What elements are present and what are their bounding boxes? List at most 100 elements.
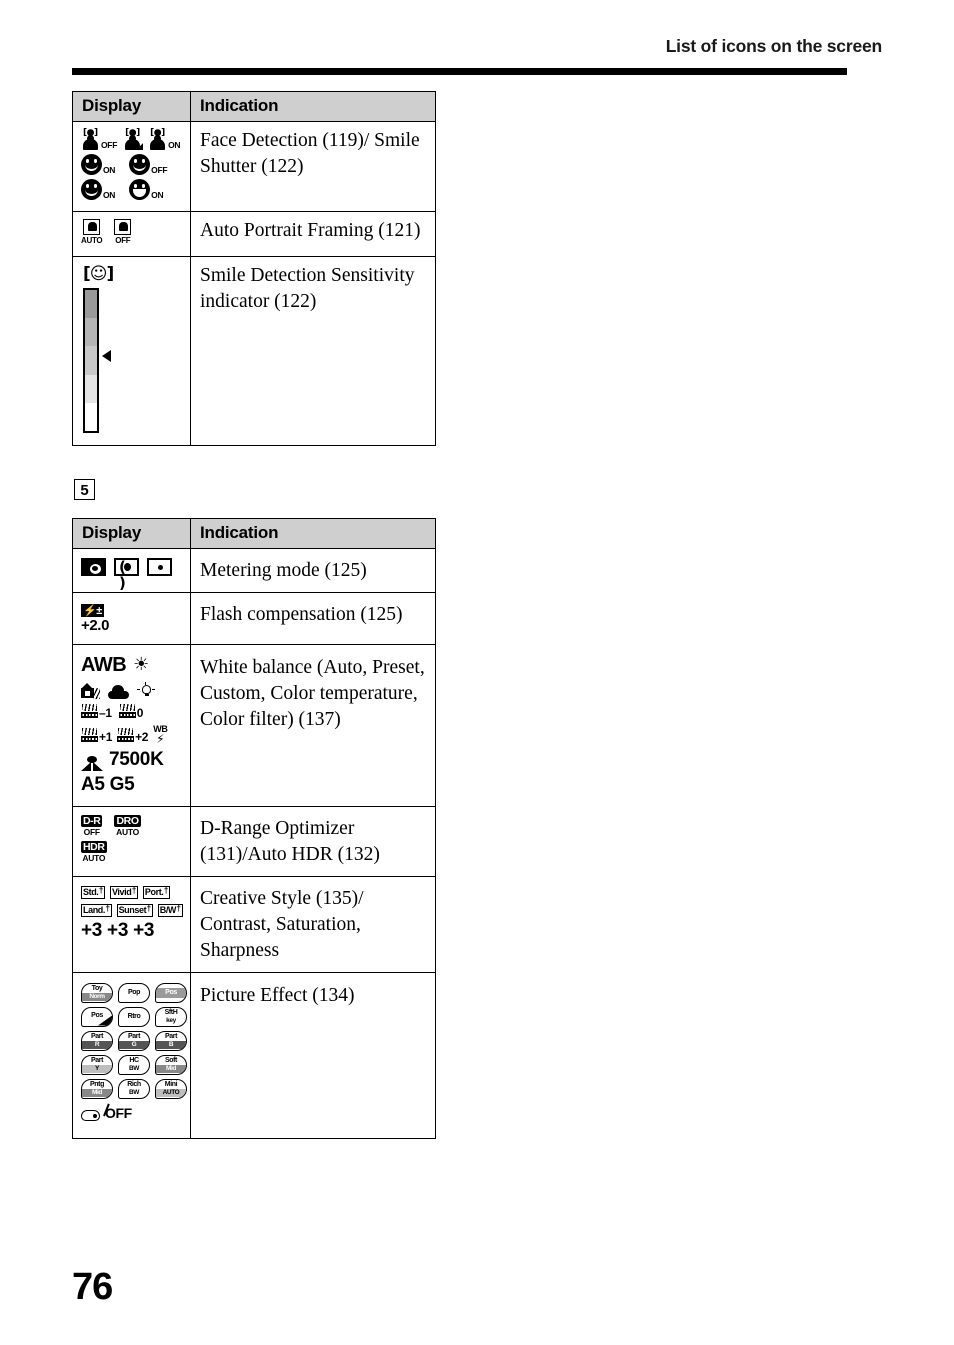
- display-cell-smile-sensitivity: [☺]: [72, 256, 191, 446]
- display-cell-flash-compensation: ⚡± +2.0: [72, 591, 191, 645]
- column-header-indication: Indication: [190, 518, 436, 549]
- table-header-row: Display Indication: [72, 91, 436, 122]
- icon-table-shooting: Display Indication Metering mode (125) ⚡…: [72, 518, 436, 1139]
- picture-effect-soft-focus-icon: Soft Mid: [155, 1054, 187, 1075]
- creative-style-vivid-chip: Vivid †: [109, 885, 138, 899]
- picture-effect-partial-color-green-icon: Part G: [118, 1030, 150, 1051]
- table-row: ⚡± +2.0 Flash compensation (125): [72, 591, 436, 645]
- smile-shutter-off-icon: OFF: [129, 154, 168, 175]
- daylight-wb-icon: [133, 656, 150, 674]
- indication-creative-style: Creative Style (135)/ Contrast, Saturati…: [190, 875, 436, 973]
- page-header: List of icons on the screen: [72, 36, 883, 66]
- display-cell-creative-style: Std.† Vivid† Port.† Land.† Sunset†: [72, 875, 191, 973]
- brush-palette-icon: [81, 1103, 110, 1121]
- auto-portrait-framing-off-icon: OFF: [114, 219, 132, 245]
- creative-style-landscape-chip: Land. †: [81, 903, 112, 917]
- smile-shutter-medium-icon: ON: [81, 179, 115, 200]
- display-cell-white-balance: AWB –1: [72, 643, 191, 807]
- indication-flash-compensation: Flash compensation (125): [190, 591, 436, 645]
- display-cell-metering: [72, 548, 191, 593]
- table-row: D-R OFF DRO AUTO HDR AUTO D-Range Optimi…: [72, 805, 436, 877]
- creative-style-sunset-chip: Sunset †: [116, 903, 153, 917]
- color-temperature-icon: [81, 755, 103, 771]
- display-cell-picture-effect: Toy Norm Pop Pos Pos Rtro SftH key Part R P…: [72, 971, 191, 1139]
- picture-effect-posterization-color-icon: Pos: [155, 982, 187, 1003]
- sensitivity-segment: [85, 290, 97, 319]
- table-row: [☺] Smile Detection Sensitivity indicato…: [72, 256, 436, 446]
- flash-compensation-value: +2.0: [81, 616, 110, 634]
- sensitivity-segment: [85, 374, 97, 403]
- face-detection-off-icon: [●] OFF: [83, 128, 118, 150]
- picture-effect-high-contrast-mono-icon: HC BW: [118, 1054, 150, 1075]
- picture-effect-miniature-icon: Mini AUTO: [155, 1078, 187, 1099]
- display-cell-auto-portrait-framing: AUTO OFF: [72, 211, 191, 257]
- sensitivity-marker-triangle-icon: [102, 350, 111, 362]
- icon-table-face: Display Indication [●] OFF [●] [●] ON ON…: [72, 91, 436, 446]
- face-detection-registered-icon: [●]: [123, 129, 144, 150]
- multi-segment-metering-icon: [81, 558, 106, 576]
- creative-style-portrait-chip: Port. †: [142, 885, 170, 899]
- picture-effect-toy-camera-icon: Toy Norm: [81, 982, 113, 1003]
- picture-effect-soft-high-key-icon: SftH key: [155, 1006, 187, 1027]
- page-number: 76: [72, 1266, 113, 1308]
- picture-effect-posterization-bw-icon: Pos: [81, 1006, 113, 1027]
- shade-wb-icon: [81, 682, 100, 699]
- flash-compensation-icon: ⚡± +2.0: [81, 603, 110, 634]
- smile-shutter-big-icon: ON: [129, 179, 164, 200]
- smile-shutter-on-icon: ON: [81, 154, 115, 175]
- indication-metering: Metering mode (125): [190, 548, 436, 593]
- fluorescent-warm-white-wb-icon: –1: [81, 703, 112, 720]
- indication-smile-sensitivity: Smile Detection Sensitivity indicator (1…: [190, 256, 436, 446]
- table-row: Metering mode (125): [72, 548, 436, 593]
- fluorescent-daylight-wb-icon: +2: [117, 727, 148, 744]
- creative-style-standard-chip: Std. †: [81, 885, 105, 899]
- display-cell-face-detection: [●] OFF [●] [●] ON ON OFF ON ON: [72, 121, 191, 212]
- picture-effect-hdr-painting-icon: Pntg Mid: [81, 1078, 113, 1099]
- sensitivity-segment: [85, 402, 97, 432]
- table-row: Toy Norm Pop Pos Pos Rtro SftH key Part R P…: [72, 971, 436, 1139]
- fluorescent-day-white-wb-icon: +1: [81, 727, 112, 744]
- spot-metering-icon: [147, 558, 172, 576]
- page-title: List of icons on the screen: [665, 36, 883, 56]
- smile-bracket-icon: [☺]: [83, 264, 114, 284]
- table-row: AWB –1: [72, 643, 436, 807]
- table-header-row: Display Indication: [72, 518, 436, 549]
- picture-effect-grid: Toy Norm Pop Pos Pos Rtro SftH key Part R P…: [81, 982, 187, 1099]
- table-row: AUTO OFF Auto Portrait Framing (121): [72, 211, 436, 257]
- column-header-indication: Indication: [190, 91, 436, 122]
- indication-face-detection: Face Detection (119)/ Smile Shutter (122…: [190, 121, 436, 212]
- picture-effect-partial-color-red-icon: Part R: [81, 1030, 113, 1051]
- header-rule: [72, 68, 847, 75]
- indication-dro: D-Range Optimizer (131)/Auto HDR (132): [190, 805, 436, 877]
- color-filter-value: A5 G5: [81, 773, 135, 795]
- center-weighted-metering-icon: [114, 558, 139, 591]
- sensitivity-segment: [85, 346, 97, 375]
- auto-portrait-framing-auto-icon: AUTO: [81, 219, 103, 245]
- column-header-display: Display: [72, 91, 191, 122]
- picture-effect-retro-photo-icon: Rtro: [118, 1006, 150, 1027]
- creative-style-bw-chip: B/W †: [157, 903, 183, 917]
- picture-effect-rich-tone-mono-icon: Rich BW: [118, 1078, 150, 1099]
- incandescent-wb-icon: [137, 681, 155, 699]
- color-temperature-value: 7500K: [109, 748, 164, 770]
- display-cell-dro: D-R OFF DRO AUTO HDR AUTO: [72, 805, 191, 877]
- picture-effect-pop-color-icon: Pop: [118, 982, 150, 1003]
- dro-auto-icon: DRO AUTO: [114, 814, 141, 838]
- table-row: [●] OFF [●] [●] ON ON OFF ON ON Face Det…: [72, 121, 436, 212]
- picture-effect-partial-color-yellow-icon: Part Y: [81, 1054, 113, 1075]
- flash-wb-icon: WB ⚡: [153, 723, 168, 746]
- auto-hdr-icon: HDR AUTO: [81, 840, 107, 864]
- column-header-display: Display: [72, 518, 191, 549]
- face-detection-on-icon: [●] ON: [150, 128, 181, 150]
- sensitivity-bar: [83, 288, 99, 433]
- d-range-off-icon: D-R OFF: [81, 814, 103, 838]
- section-number-box: 5: [74, 479, 95, 500]
- table-row: Std.† Vivid† Port.† Land.† Sunset†: [72, 875, 436, 973]
- cloudy-wb-icon: [108, 684, 129, 699]
- sensitivity-segment: [85, 318, 97, 347]
- creative-style-values: +3 +3 +3: [81, 919, 155, 941]
- picture-effect-off-icon: OFF: [81, 1103, 132, 1121]
- indication-white-balance: White balance (Auto, Preset, Custom, Col…: [190, 643, 436, 807]
- smile-sensitivity-indicator: [83, 288, 129, 433]
- indication-picture-effect: Picture Effect (134): [190, 971, 436, 1139]
